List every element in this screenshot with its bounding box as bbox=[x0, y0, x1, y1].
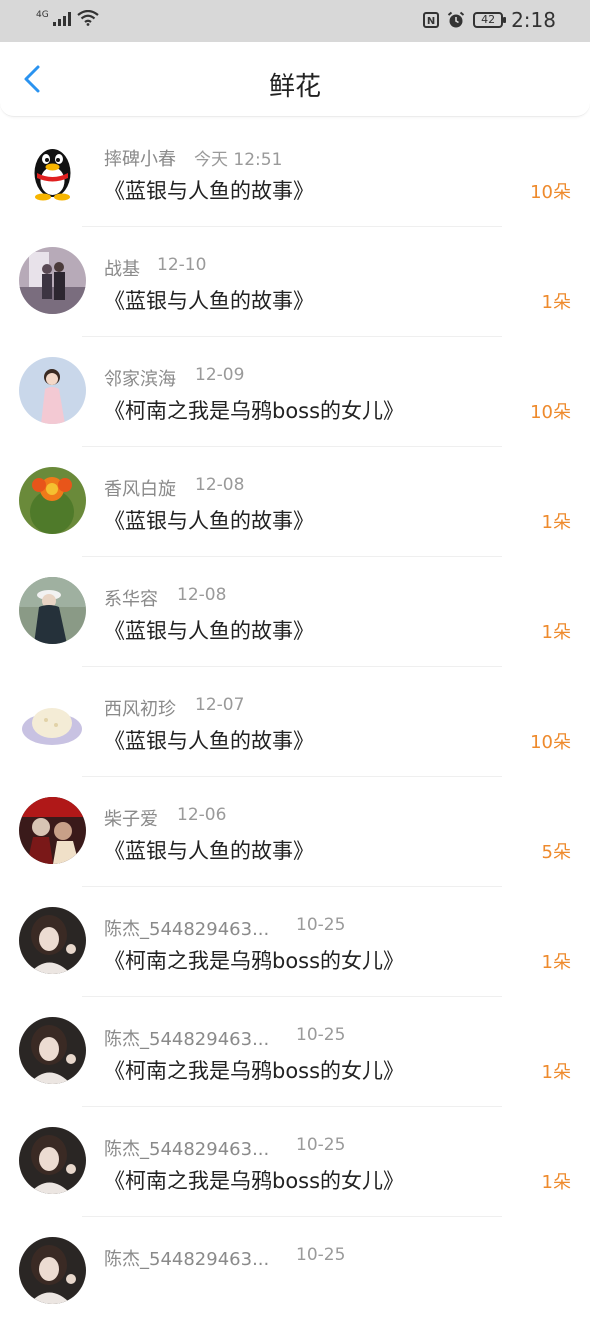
flower-count: 1朵 bbox=[541, 952, 571, 973]
list-item[interactable]: 香风白旋 12-08 《蓝银与人鱼的故事》 1朵 bbox=[0, 447, 590, 557]
user-name: 邻家滨海 bbox=[104, 369, 176, 390]
network-type: 4G bbox=[36, 10, 49, 20]
gift-date: 12-08 bbox=[195, 475, 245, 495]
book-title: 《蓝银与人鱼的故事》 bbox=[104, 509, 314, 533]
avatar[interactable] bbox=[19, 357, 86, 424]
user-name: 陈杰_544829463... bbox=[104, 1029, 270, 1050]
flower-count: 5朵 bbox=[541, 842, 571, 863]
user-photo-icon bbox=[19, 247, 86, 314]
book-title: 《蓝银与人鱼的故事》 bbox=[104, 839, 314, 863]
gift-date: 10-25 bbox=[296, 1025, 346, 1045]
list-item[interactable]: 系华容 12-08 《蓝银与人鱼的故事》 1朵 bbox=[0, 557, 590, 667]
user-name: 陈杰_544829463... bbox=[104, 919, 270, 940]
avatar[interactable] bbox=[19, 1017, 86, 1084]
book-title: 《蓝银与人鱼的故事》 bbox=[104, 179, 314, 203]
list-item[interactable]: 柴子爱 12-06 《蓝银与人鱼的故事》 5朵 bbox=[0, 777, 590, 887]
flower-count: 10朵 bbox=[530, 182, 571, 203]
gift-date: 10-25 bbox=[296, 1245, 346, 1265]
book-title: 《蓝银与人鱼的故事》 bbox=[104, 729, 314, 753]
list-item[interactable]: 陈杰_544829463... 10-25 bbox=[0, 1217, 590, 1327]
signal-icon bbox=[52, 12, 71, 26]
flower-count: 10朵 bbox=[530, 402, 571, 423]
avatar[interactable] bbox=[19, 907, 86, 974]
user-name: 柴子爱 bbox=[104, 809, 158, 830]
avatar[interactable] bbox=[19, 577, 86, 644]
user-name: 西风初珍 bbox=[104, 699, 176, 720]
wifi-icon bbox=[77, 10, 99, 26]
user-photo-icon bbox=[19, 1127, 86, 1194]
list-item[interactable]: 陈杰_544829463... 10-25 《柯南之我是乌鸦boss的女儿》 1… bbox=[0, 997, 590, 1107]
status-right: N 42 2:18 bbox=[423, 8, 556, 32]
nfc-icon: N bbox=[423, 12, 440, 28]
list-item[interactable]: 摔碑小春 今天 12:51 《蓝银与人鱼的故事》 10朵 bbox=[0, 117, 590, 227]
user-photo-icon bbox=[19, 1237, 86, 1304]
book-title: 《柯南之我是乌鸦boss的女儿》 bbox=[104, 399, 405, 423]
flower-count: 1朵 bbox=[541, 512, 571, 533]
flower-count: 10朵 bbox=[530, 732, 571, 753]
list-item[interactable]: 战基 12-10 《蓝银与人鱼的故事》 1朵 bbox=[0, 227, 590, 337]
gift-date: 12-09 bbox=[195, 365, 245, 385]
page-title: 鲜花 bbox=[268, 72, 321, 102]
user-name: 陈杰_544829463... bbox=[104, 1249, 270, 1270]
user-photo-icon bbox=[19, 357, 86, 424]
flower-list: 摔碑小春 今天 12:51 《蓝银与人鱼的故事》 10朵 战基 12-10 《蓝… bbox=[0, 117, 590, 1327]
gift-date: 12-07 bbox=[195, 695, 245, 715]
user-name: 系华容 bbox=[104, 589, 158, 610]
avatar[interactable] bbox=[19, 687, 86, 754]
flower-count: 1朵 bbox=[541, 1062, 571, 1083]
gift-date: 12-10 bbox=[157, 255, 207, 275]
flower-count: 1朵 bbox=[541, 1172, 571, 1193]
gift-date: 今天 12:51 bbox=[194, 150, 283, 170]
flower-count: 1朵 bbox=[541, 622, 571, 643]
gift-date: 10-25 bbox=[296, 1135, 346, 1155]
user-photo-icon bbox=[19, 467, 86, 534]
avatar[interactable] bbox=[19, 1127, 86, 1194]
user-photo-icon bbox=[19, 1017, 86, 1084]
book-title: 《蓝银与人鱼的故事》 bbox=[104, 289, 314, 313]
alarm-icon bbox=[447, 11, 465, 28]
clock-time: 2:18 bbox=[511, 8, 556, 32]
list-item[interactable]: 陈杰_544829463... 10-25 《柯南之我是乌鸦boss的女儿》 1… bbox=[0, 1107, 590, 1217]
avatar[interactable] bbox=[19, 797, 86, 864]
gift-date: 10-25 bbox=[296, 915, 346, 935]
qq-penguin-icon bbox=[19, 137, 86, 204]
book-title: 《柯南之我是乌鸦boss的女儿》 bbox=[104, 949, 405, 973]
user-name: 香风白旋 bbox=[104, 479, 176, 500]
book-title: 《柯南之我是乌鸦boss的女儿》 bbox=[104, 1059, 405, 1083]
list-item[interactable]: 陈杰_544829463... 10-25 《柯南之我是乌鸦boss的女儿》 1… bbox=[0, 887, 590, 997]
battery-icon: 42 bbox=[473, 12, 507, 28]
book-title: 《柯南之我是乌鸦boss的女儿》 bbox=[104, 1169, 405, 1193]
avatar[interactable] bbox=[19, 1237, 86, 1304]
status-bar: 4G N 42 2:18 bbox=[0, 0, 590, 42]
avatar[interactable] bbox=[19, 137, 86, 204]
avatar[interactable] bbox=[19, 247, 86, 314]
user-name: 摔碑小春 bbox=[104, 149, 176, 170]
user-photo-icon bbox=[19, 577, 86, 644]
list-item[interactable]: 西风初珍 12-07 《蓝银与人鱼的故事》 10朵 bbox=[0, 667, 590, 777]
gift-date: 12-06 bbox=[177, 805, 227, 825]
avatar[interactable] bbox=[19, 467, 86, 534]
user-name: 战基 bbox=[104, 259, 140, 280]
flower-count: 1朵 bbox=[541, 292, 571, 313]
list-item[interactable]: 邻家滨海 12-09 《柯南之我是乌鸦boss的女儿》 10朵 bbox=[0, 337, 590, 447]
user-photo-icon bbox=[19, 687, 86, 754]
user-name: 陈杰_544829463... bbox=[104, 1139, 270, 1160]
gift-date: 12-08 bbox=[177, 585, 227, 605]
book-title: 《蓝银与人鱼的故事》 bbox=[104, 619, 314, 643]
nav-bar: 鲜花 bbox=[0, 42, 590, 117]
status-left: 4G bbox=[36, 10, 99, 26]
user-photo-icon bbox=[19, 797, 86, 864]
user-photo-icon bbox=[19, 907, 86, 974]
